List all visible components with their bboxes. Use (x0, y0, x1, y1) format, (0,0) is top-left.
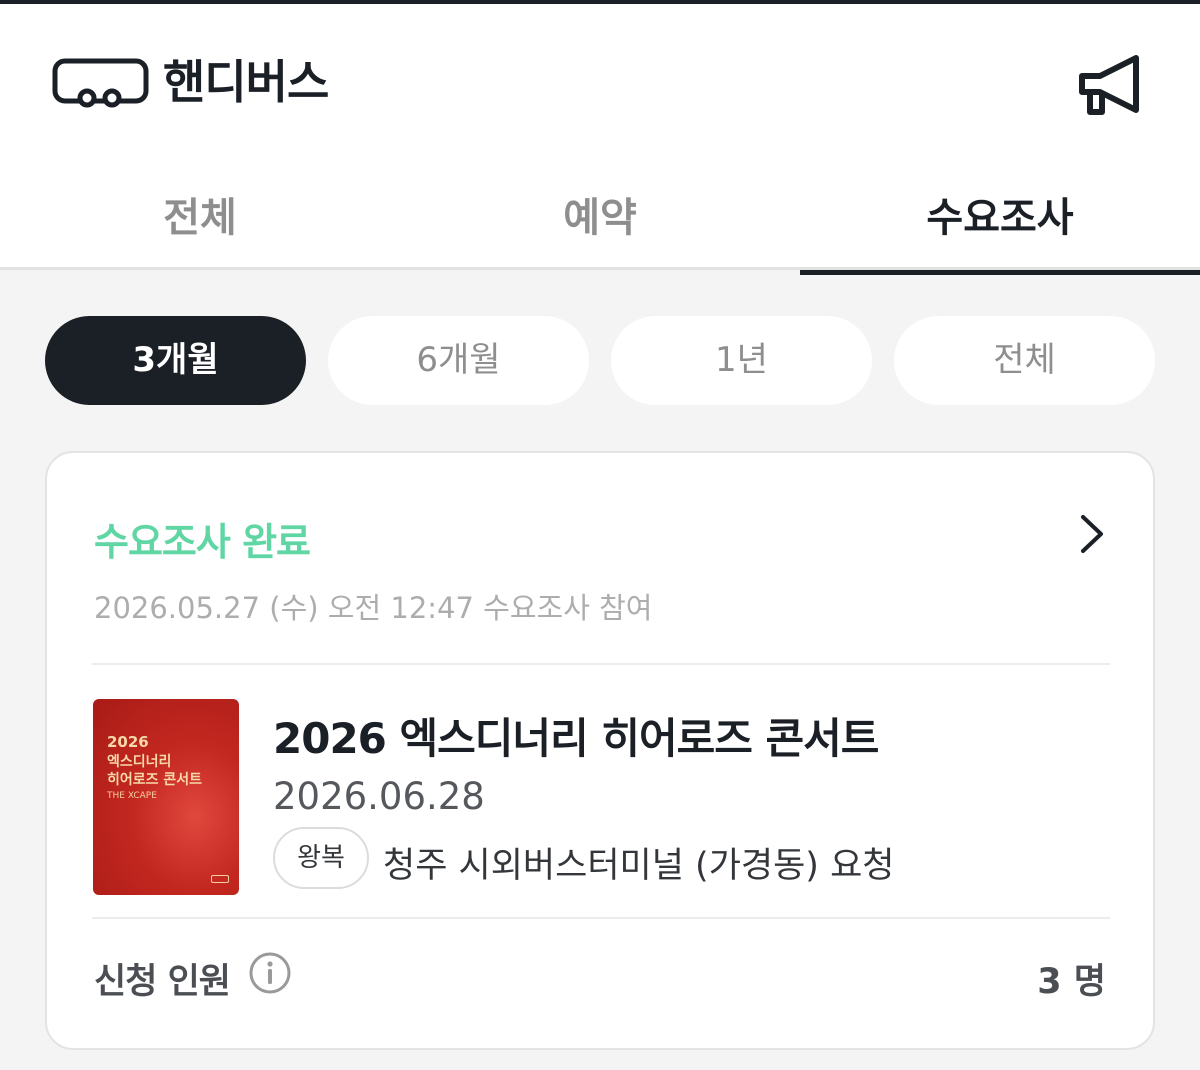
tab-all[interactable]: 전체 (0, 184, 400, 270)
survey-status: 수요조사 완료 (94, 520, 311, 564)
event-title: 2026 엑스디너리 히어로즈 콘서트 (273, 714, 879, 763)
app-name: 핸디버스 (163, 55, 329, 109)
chevron-right-icon[interactable] (1077, 513, 1107, 555)
divider (92, 663, 1110, 665)
applicants-count: 3 명 (1037, 962, 1106, 1002)
handybus-bus-logo-icon (52, 58, 149, 108)
applicants-label: 신청 인원 (94, 962, 231, 1002)
filter-all[interactable]: 전체 (894, 316, 1155, 405)
poster-logo-mark (211, 875, 229, 883)
poster-subtitle: THE XCAPE (107, 791, 157, 801)
event-date: 2026.06.28 (273, 775, 485, 818)
filter-1-year[interactable]: 1년 (611, 316, 872, 405)
event-poster: 2026 엑스디너리 히어로즈 콘서트 THE XCAPE (93, 699, 239, 895)
app-header: 핸디버스 전체 예약 수요조사 (0, 4, 1200, 275)
app-logo[interactable]: 핸디버스 (52, 55, 329, 109)
participation-datetime: 2026.05.27 (수) 오전 12:47 수요조사 참여 (94, 591, 653, 625)
demand-survey-card[interactable]: 수요조사 완료 2026.05.27 (수) 오전 12:47 수요조사 참여 … (45, 451, 1155, 1050)
trip-type-badge: 왕복 (273, 827, 369, 889)
poster-title-line2: 히어로즈 콘서트 (107, 772, 203, 788)
filter-3-months[interactable]: 3개월 (45, 316, 306, 405)
megaphone-icon[interactable] (1074, 48, 1148, 122)
tab-demand-survey[interactable]: 수요조사 (800, 184, 1200, 275)
info-circle-icon[interactable] (247, 950, 293, 996)
main-tabs: 전체 예약 수요조사 (0, 184, 1200, 275)
poster-title-line1: 엑스디너리 (107, 754, 172, 770)
tab-reservation[interactable]: 예약 (400, 184, 800, 270)
requested-route: 청주 시외버스터미널 (가경동) 요청 (383, 846, 895, 886)
period-filter-group: 3개월 6개월 1년 전체 (45, 316, 1155, 405)
divider (92, 917, 1110, 919)
poster-year: 2026 (107, 733, 149, 751)
filter-6-months[interactable]: 6개월 (328, 316, 589, 405)
